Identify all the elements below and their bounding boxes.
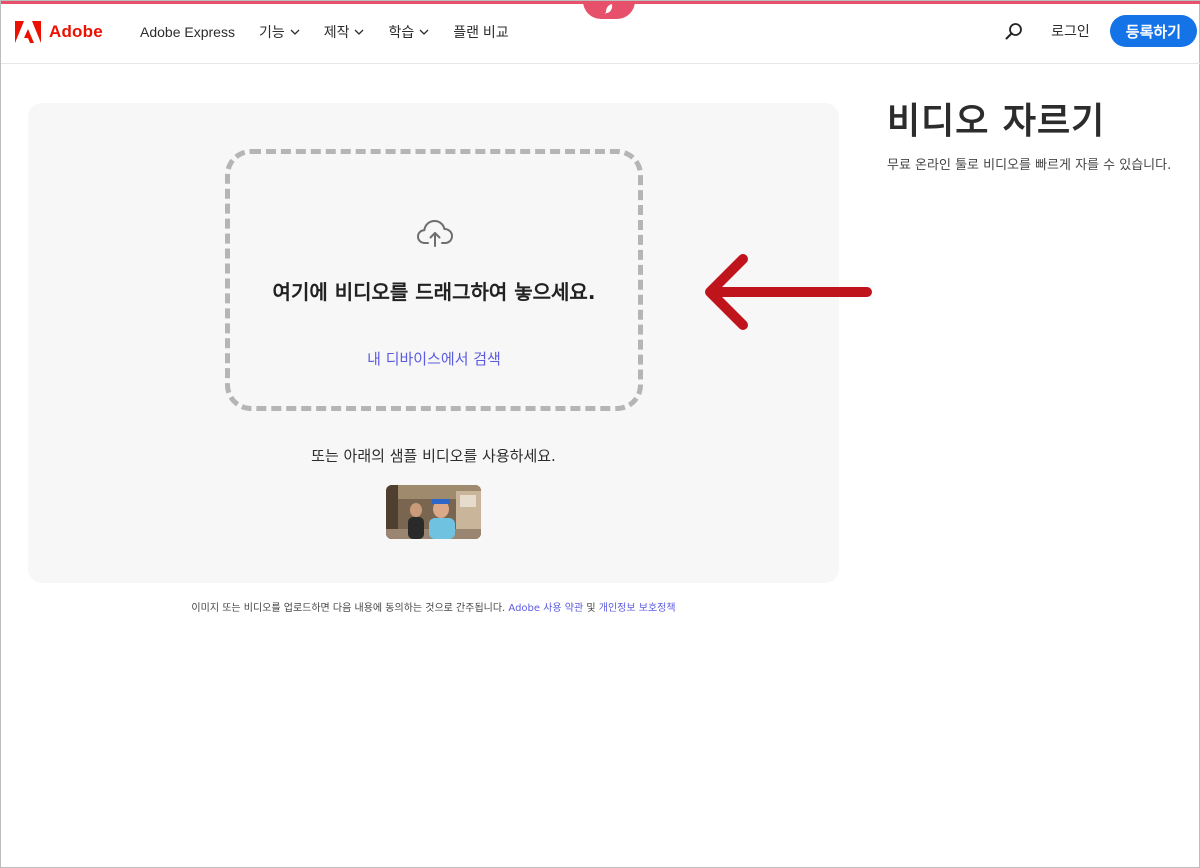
- header-actions: 로그인 등록하기: [1003, 15, 1197, 47]
- login-link[interactable]: 로그인: [1051, 21, 1090, 41]
- terms-notice: 이미지 또는 비디오를 업로드하면 다음 내용에 동의하는 것으로 간주됩니다.…: [28, 599, 839, 614]
- nav-learn[interactable]: 학습: [388, 22, 429, 42]
- signup-button[interactable]: 등록하기: [1109, 15, 1197, 47]
- video-dropzone[interactable]: 여기에 비디오를 드래그하여 놓으세요. 내 디바이스에서 검색: [225, 149, 643, 411]
- search-icon: [1005, 23, 1023, 40]
- adobe-logo-icon: [15, 21, 41, 43]
- privacy-policy-link[interactable]: 개인정보 보호정책: [599, 603, 676, 614]
- chevron-down-icon: [290, 29, 300, 35]
- chevron-down-icon: [419, 29, 429, 35]
- logo-text: Adobe: [49, 22, 103, 41]
- nav-label: 플랜 비교: [453, 24, 509, 40]
- terms-prefix: 이미지 또는 비디오를 업로드하면 다음 내용에 동의하는 것으로 간주됩니다.: [191, 603, 509, 614]
- nav-features[interactable]: 기능: [259, 22, 300, 42]
- nav-label: 제작: [323, 24, 350, 40]
- main-nav: Adobe Express 기능 제작 학습 플랜 비교: [140, 22, 533, 42]
- upload-panel: 여기에 비디오를 드래그하여 놓으세요. 내 디바이스에서 검색 또는 아래의 …: [28, 103, 839, 583]
- annotation-arrow: [705, 254, 872, 330]
- nav-label: 학습: [388, 24, 415, 40]
- nav-adobe-express[interactable]: Adobe Express: [140, 24, 235, 40]
- sample-video-text: 또는 아래의 샘플 비디오를 사용하세요.: [311, 447, 556, 465]
- page-description: 무료 온라인 툴로 비디오를 빠르게 자를 수 있습니다.: [887, 158, 1172, 173]
- site-header: Adobe Adobe Express 기능 제작 학습 플랜 비교 로그인 등…: [1, 4, 1200, 64]
- page-title: 비디오 자르기: [887, 101, 1106, 142]
- nav-label: Adobe Express: [140, 24, 235, 40]
- browse-device-link[interactable]: 내 디바이스에서 검색: [230, 348, 638, 369]
- nav-compare-plans[interactable]: 플랜 비교: [453, 22, 508, 42]
- search-button[interactable]: [1003, 20, 1025, 42]
- adobe-logo[interactable]: Adobe: [15, 21, 103, 43]
- nav-label: 기능: [258, 24, 285, 40]
- terms-of-use-link[interactable]: Adobe 사용 약관: [508, 603, 583, 614]
- sample-video-image: [386, 485, 481, 539]
- drop-title: 여기에 비디오를 드래그하여 놓으세요.: [272, 280, 596, 304]
- cloud-upload-icon: [417, 220, 453, 247]
- nav-create[interactable]: 제작: [324, 22, 365, 42]
- sample-video-thumbnail[interactable]: [386, 485, 481, 539]
- chevron-down-icon: [355, 29, 364, 35]
- terms-conjunction: 및: [583, 603, 599, 614]
